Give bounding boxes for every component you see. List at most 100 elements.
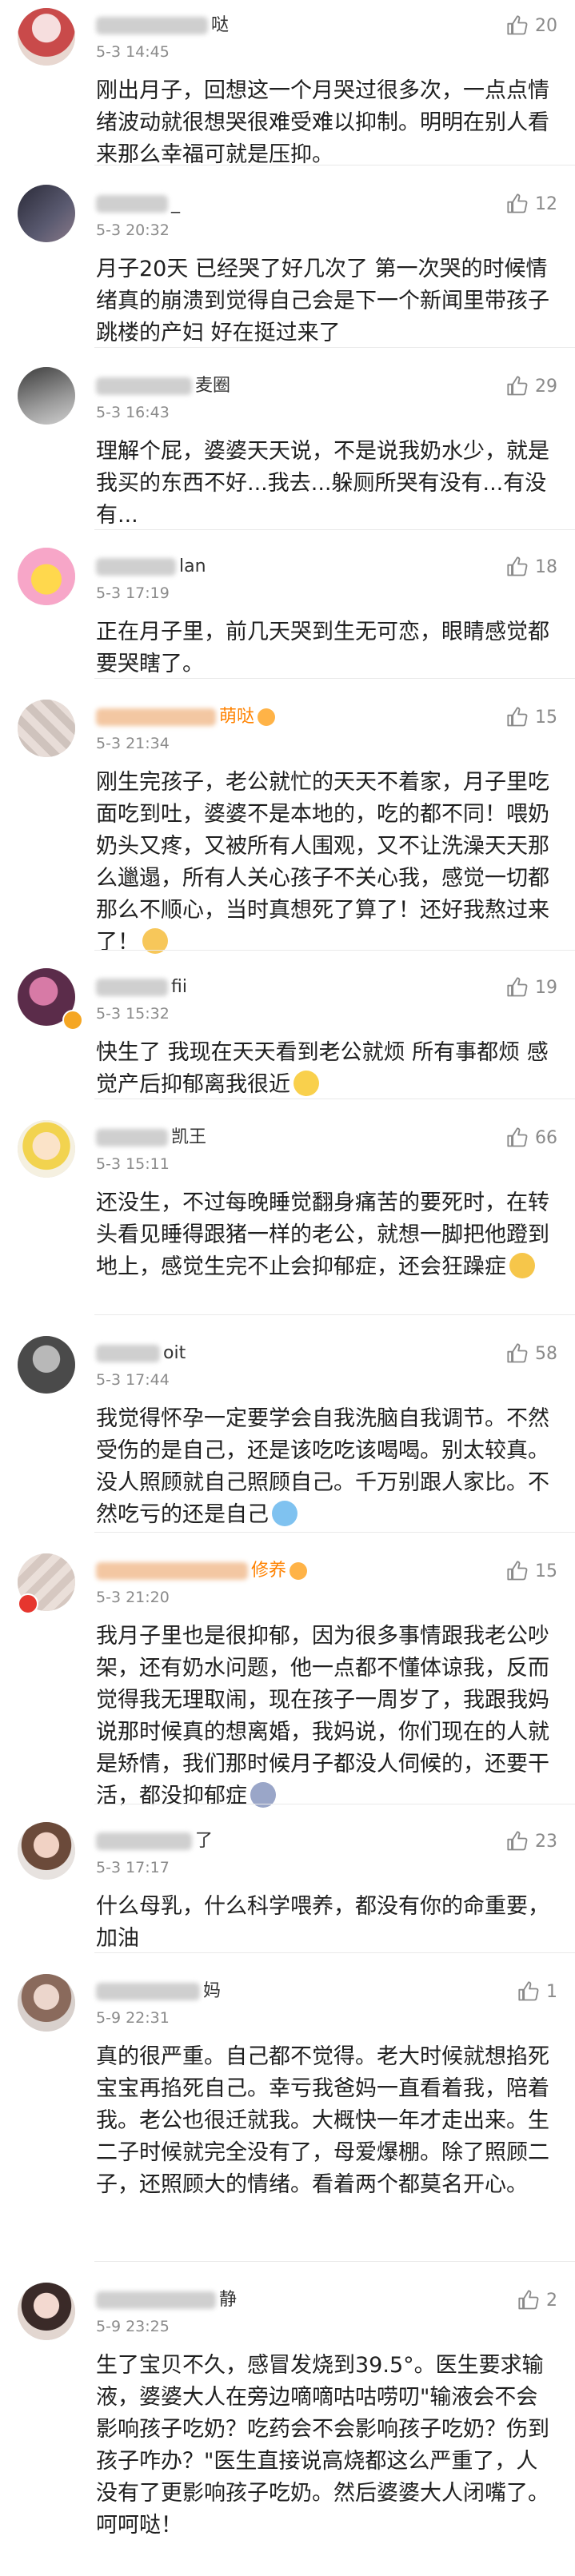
like-count: 58 [535,1343,557,1364]
like-count: 15 [535,1561,557,1581]
comment-text: 我觉得怀孕一定要学会自我洗脑自我调节。不然受伤的是自己，还是该吃吃该喝喝。别太较… [96,1403,552,1531]
like-button[interactable]: 18 [506,556,557,578]
like-button[interactable]: 15 [506,706,557,728]
like-button[interactable]: 66 [506,1127,557,1149]
username[interactable]: 哒 [96,14,229,37]
username-text: lan [179,556,206,576]
username-text: 静 [219,2290,238,2310]
thumbs-up-icon [507,707,528,727]
thumbs-up-icon [507,556,528,576]
like-count: 18 [535,556,557,577]
like-button[interactable]: 12 [506,193,557,215]
thumbs-up-icon [507,977,528,997]
username[interactable]: 妈 [96,1980,221,2003]
username-text: 麦圈 [195,376,231,396]
timestamp: 5-3 20:32 [96,221,170,239]
avatar[interactable] [18,8,75,66]
timestamp: 5-3 15:32 [96,1005,170,1023]
comment-text: 我月子里也是很抑郁，因为很多事情跟我老公吵架，还有奶水问题，他一点都不懂体谅我，… [96,1621,552,1812]
avatar[interactable] [18,548,75,605]
comment-text: 什么母乳，什么科学喂养，都没有你的命重要，加油 [96,1894,549,1951]
timestamp: 5-3 17:44 [96,1371,170,1389]
comment-text: 正在月子里，前几天哭到生无可恋，眼睛感觉都要哭瞎了。 [96,620,549,676]
username[interactable]: 萌哒 [96,706,276,728]
like-button[interactable]: 1 [517,1980,557,2003]
smile-emoji-icon [293,1071,319,1096]
comment-item: 哒 5-3 14:45 20 刚出月子，回想这一个月哭过很多次，一点点情绪波动就… [0,0,575,167]
comment-item: 麦圈 5-3 16:43 29 理解个屁，婆婆天天说，不是说我奶水少，就是我买的… [0,348,575,530]
username-text: 萌哒 [219,707,255,727]
username[interactable]: lan [96,556,206,578]
username-text: 修养 [251,1561,287,1581]
like-button[interactable]: 23 [506,1830,557,1852]
verified-badge-icon [62,1010,83,1031]
like-count: 2 [546,2290,557,2311]
username[interactable]: 麦圈 [96,375,230,397]
comment-item: 静 5-9 23:25 2 生了宝贝不久，感冒发烧到39.5°。医生要求输液，婆… [0,2262,575,2576]
comment-text: 月子20天 已经哭了好几次了 第一次哭的时候情绪真的崩溃到觉得自己会是下一个新闻… [96,257,549,345]
timestamp: 5-3 17:19 [96,584,170,602]
like-count: 20 [535,15,557,36]
comment-text: 刚生完孩子，老公就忙的天天不着家，月子里吃面吃到吐，婆婆不是本地的，吃的都不同！… [96,767,552,959]
avatar[interactable] [18,1974,75,2032]
username[interactable]: 凯王 [96,1127,206,1149]
thumbs-up-icon [507,376,528,396]
timestamp: 5-3 21:20 [96,1589,170,1606]
username-text: 了 [195,1831,214,1851]
comment-item: 妈 5-9 22:31 1 真的很严重。自己都不觉得。老大时候就想掐死宝宝再掐死… [0,1953,575,2262]
comment-text: 生了宝贝不久，感冒发烧到39.5°。医生要求输液，婆婆大人在旁边嘀嘀咕咕唠叨"输… [96,2353,549,2538]
avatar[interactable] [18,185,75,242]
username[interactable]: 静 [96,2289,237,2311]
username[interactable]: _ [96,193,180,215]
username[interactable]: 了 [96,1830,213,1852]
comment-text-content: 快生了 我现在天天看到老公就烦 所有事都烦 感觉产后抑郁离我很近 [96,1040,549,1097]
comment-text: 理解个屁，婆婆天天说，不是说我奶水少，就是我买的东西不好...我去...躲厕所哭… [96,439,549,528]
thumbs-up-icon [507,1561,528,1581]
like-count: 19 [535,977,557,998]
like-button[interactable]: 2 [517,2289,557,2311]
like-count: 29 [535,376,557,397]
thumbs-up-icon [507,193,528,213]
timestamp: 5-9 23:25 [96,2318,170,2335]
timestamp: 5-3 16:43 [96,404,170,421]
comment-item: _ 5-3 20:32 12 月子20天 已经哭了好几次了 第一次哭的时候情绪真… [0,165,575,348]
like-count: 66 [535,1127,557,1148]
username-text: 哒 [211,15,230,35]
like-count: 15 [535,707,557,728]
username[interactable]: fii [96,976,187,999]
comment-text-content: 我月子里也是很抑郁，因为很多事情跟我老公吵架，还有奶水问题，他一点都不懂体谅我，… [96,1624,549,1808]
avatar[interactable] [18,1120,75,1178]
avatar[interactable] [18,1336,75,1394]
username-text: fii [171,977,187,997]
comment-item: 了 5-3 17:17 23 什么母乳，什么科学喂养，都没有你的命重要，加油 [0,1804,575,1953]
thumbs-up-icon [518,2290,539,2310]
thumbs-up-icon [507,1343,528,1363]
avatar[interactable] [18,367,75,425]
like-button[interactable]: 58 [506,1342,557,1365]
emoji-icon [258,708,276,726]
username-text: _ [171,193,180,213]
comment-item: 修养 5-3 21:20 15 我月子里也是很抑郁，因为很多事情跟我老公吵架，还… [0,1533,575,1808]
avatar[interactable] [18,700,75,757]
avatar[interactable] [18,2283,75,2340]
avatar[interactable] [18,1822,75,1880]
verified-badge-icon [18,1593,38,1614]
username[interactable]: oit [96,1342,186,1365]
like-count: 23 [535,1831,557,1852]
like-button[interactable]: 20 [506,14,557,37]
like-button[interactable]: 29 [506,375,557,397]
sweat-emoji-icon [272,1501,297,1526]
comment-item: 萌哒 5-3 21:34 15 刚生完孩子，老公就忙的天天不着家，月子里吃面吃到… [0,679,575,955]
username[interactable]: 修养 [96,1560,308,1582]
like-button[interactable]: 15 [506,1560,557,1582]
username-text: 妈 [203,1981,222,2001]
thumbs-up-icon [518,1981,539,2001]
thumbs-up-icon [507,1831,528,1851]
comment-text-content: 我觉得怀孕一定要学会自我洗脑自我调节。不然受伤的是自己，还是该吃吃该喝喝。别太较… [96,1406,549,1527]
comment-text: 真的很严重。自己都不觉得。老大时候就想掐死宝宝再掐死自己。幸亏我爸妈一直看着我，… [96,2044,549,2197]
like-count: 12 [535,193,557,214]
comment-item: oit 5-3 17:44 58 我觉得怀孕一定要学会自我洗脑自我调节。不然受伤… [0,1315,575,1533]
timestamp: 5-9 22:31 [96,2009,170,2027]
like-button[interactable]: 19 [506,976,557,999]
timestamp: 5-3 15:11 [96,1155,170,1173]
